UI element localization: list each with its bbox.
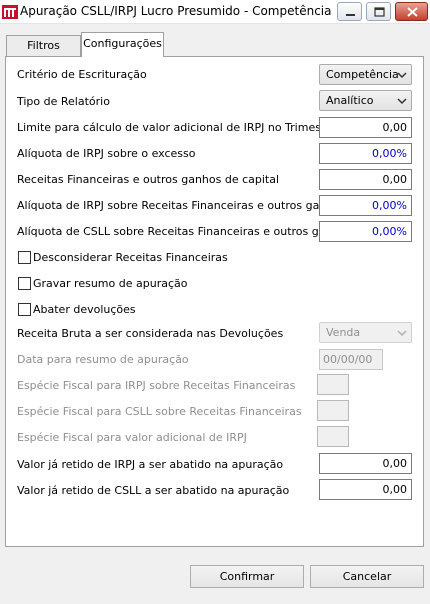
irpj-retido-input[interactable]: 0,00	[319, 453, 412, 474]
tipo-relatorio-label: Tipo de Relatório	[17, 95, 110, 108]
tab-filtros[interactable]: Filtros	[6, 35, 81, 56]
tab-configuracoes[interactable]: Configurações	[81, 32, 164, 57]
data-resumo-input[interactable]: 00/00/00	[319, 349, 383, 370]
confirm-button[interactable]: Confirmar	[190, 565, 304, 588]
aliquota-csll-rf-label: Alíquota de CSLL sobre Receitas Financei…	[17, 225, 352, 238]
cancel-button[interactable]: Cancelar	[310, 565, 424, 588]
desconsiderar-checkbox[interactable]	[18, 251, 31, 264]
limite-label: Limite para cálculo de valor adicional d…	[17, 121, 337, 134]
close-button[interactable]	[395, 2, 428, 21]
criterio-select[interactable]: Competência	[319, 64, 412, 85]
app-logo-icon	[2, 4, 18, 20]
criterio-value: Competência	[326, 68, 399, 81]
especie-adicional-input[interactable]	[317, 426, 349, 447]
aliquota-irpj-excesso-input[interactable]: 0,00%	[319, 143, 412, 164]
irpj-retido-label: Valor já retido de IRPJ a ser abatido na…	[17, 458, 284, 471]
close-icon	[407, 7, 418, 17]
chevron-down-icon	[397, 72, 407, 79]
receitas-financeiras-input[interactable]: 0,00	[319, 169, 412, 190]
aliquota-csll-rf-input[interactable]: 0,00%	[319, 221, 412, 242]
gravar-resumo-label: Gravar resumo de apuração	[33, 277, 188, 290]
limite-input[interactable]: 0,00	[319, 117, 412, 138]
tipo-relatorio-select[interactable]: Analítico	[319, 90, 412, 111]
aliquota-irpj-rf-input[interactable]: 0,00%	[319, 195, 412, 216]
chevron-down-icon	[397, 330, 407, 337]
maximize-button[interactable]	[366, 2, 391, 21]
desconsiderar-label: Desconsiderar Receitas Financeiras	[33, 251, 228, 264]
minimize-button[interactable]	[337, 2, 362, 21]
maximize-icon	[374, 7, 385, 17]
title-bar: Apuração CSLL/IRPJ Lucro Presumido - Com…	[0, 0, 430, 24]
receita-bruta-select[interactable]: Venda	[319, 322, 412, 343]
window-title: Apuração CSLL/IRPJ Lucro Presumido - Com…	[20, 4, 332, 18]
especie-irpj-label: Espécie Fiscal para IRPJ sobre Receitas …	[17, 379, 296, 392]
tipo-relatorio-value: Analítico	[326, 94, 374, 107]
especie-adicional-label: Espécie Fiscal para valor adicional de I…	[17, 431, 247, 444]
minimize-icon	[346, 14, 355, 16]
abater-devolucoes-checkbox[interactable]	[18, 303, 31, 316]
gravar-resumo-checkbox[interactable]	[18, 277, 31, 290]
especie-irpj-input[interactable]	[317, 374, 349, 395]
especie-csll-label: Espécie Fiscal para CSLL sobre Receitas …	[17, 405, 302, 418]
data-resumo-label: Data para resumo de apuração	[17, 353, 189, 366]
chevron-down-icon	[397, 98, 407, 105]
csll-retido-input[interactable]: 0,00	[319, 479, 412, 500]
abater-devolucoes-label: Abater devoluções	[33, 303, 136, 316]
aliquota-irpj-excesso-label: Alíquota de IRPJ sobre o excesso	[17, 147, 196, 160]
criterio-label: Critério de Escrituração	[17, 68, 147, 81]
csll-retido-label: Valor já retido de CSLL a ser abatido na…	[17, 484, 290, 497]
aliquota-irpj-rf-label: Alíquota de IRPJ sobre Receitas Financei…	[17, 199, 346, 212]
especie-csll-input[interactable]	[317, 400, 349, 421]
receitas-financeiras-label: Receitas Financeiras e outros ganhos de …	[17, 173, 280, 186]
receita-bruta-label: Receita Bruta a ser considerada nas Devo…	[17, 327, 284, 340]
receita-bruta-value: Venda	[326, 326, 361, 339]
